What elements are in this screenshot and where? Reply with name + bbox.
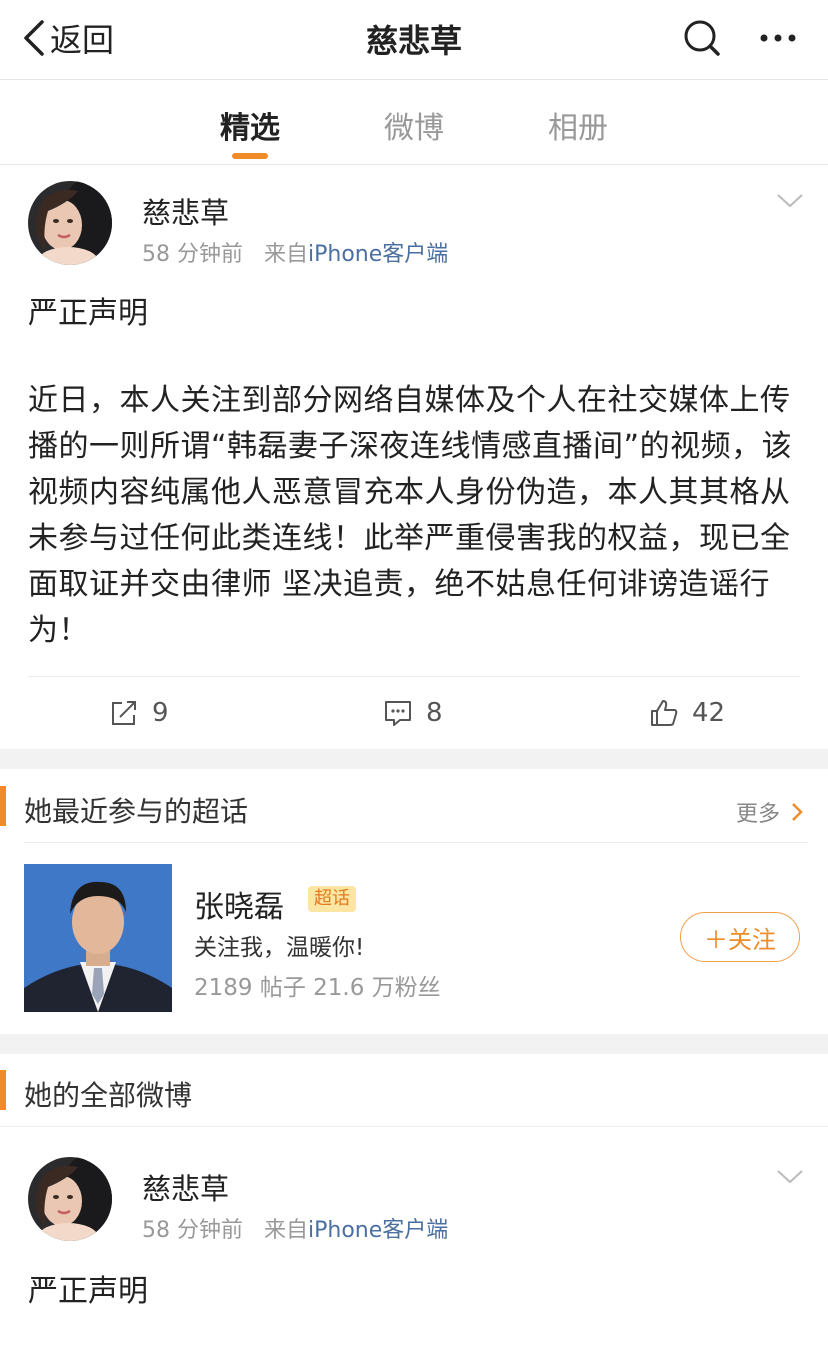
section-accent-bar bbox=[0, 1070, 6, 1110]
avatar[interactable] bbox=[28, 181, 112, 265]
section-gap bbox=[0, 1034, 828, 1054]
search-icon[interactable] bbox=[682, 18, 722, 58]
like-button[interactable]: 42 bbox=[648, 697, 725, 729]
post-meta: 58 分钟前 来自iPhone客户端 bbox=[142, 1212, 448, 1244]
tab-weibo[interactable]: 微博 bbox=[384, 103, 444, 147]
post-source[interactable]: iPhone客户端 bbox=[308, 242, 448, 267]
divider bbox=[24, 842, 808, 843]
share-icon bbox=[112, 701, 136, 725]
chevron-right-icon bbox=[792, 803, 803, 821]
more-icon[interactable] bbox=[758, 24, 798, 52]
follow-button[interactable]: ＋关注 bbox=[680, 912, 800, 962]
post-from-label: 来自 bbox=[263, 1218, 308, 1243]
tab-featured[interactable]: 精选 bbox=[220, 103, 280, 147]
all-posts-title: 她的全部微博 bbox=[24, 1079, 193, 1112]
profile-tabs: 精选 微博 相册 bbox=[0, 81, 828, 165]
like-count: 42 bbox=[692, 698, 726, 728]
post-actions: 9 8 42 bbox=[28, 676, 800, 748]
post-title: 严正声明 bbox=[28, 296, 148, 331]
post-meta: 58 分钟前 来自iPhone客户端 bbox=[142, 236, 448, 268]
more-link[interactable]: 更多 bbox=[736, 796, 804, 828]
more-label: 更多 bbox=[735, 802, 780, 827]
post-body: 近日，本人关注到部分网络自媒体及个人在社交媒体上传播的一则所谓“韩磊妻子深夜连线… bbox=[28, 383, 793, 648]
topic-name[interactable]: 张晓磊 bbox=[194, 882, 284, 926]
comment-count: 8 bbox=[426, 698, 443, 728]
post-time: 58 分钟前 bbox=[142, 1218, 243, 1243]
divider bbox=[0, 1126, 828, 1127]
topic-photo[interactable] bbox=[24, 864, 172, 1012]
post-author-name[interactable]: 慈悲草 bbox=[142, 190, 229, 232]
thumbs-up-icon bbox=[651, 700, 678, 726]
repost-count: 9 bbox=[152, 698, 169, 728]
comment-icon bbox=[385, 701, 411, 726]
topic-description: 关注我，温暖你! bbox=[194, 935, 365, 961]
topic-stats: 2189 帖子 21.6 万粉丝 bbox=[194, 975, 441, 1001]
post-time: 58 分钟前 bbox=[142, 242, 243, 267]
section-accent-bar bbox=[0, 786, 6, 826]
super-topics-title: 她最近参与的超话 bbox=[24, 795, 249, 828]
active-tab-indicator bbox=[232, 153, 268, 159]
comment-button[interactable]: 8 bbox=[382, 697, 443, 729]
post-title: 严正声明 bbox=[28, 1274, 148, 1309]
avatar[interactable] bbox=[28, 1157, 112, 1241]
chevron-down-icon[interactable] bbox=[776, 192, 804, 210]
section-gap bbox=[0, 749, 828, 769]
repost-button[interactable]: 9 bbox=[108, 697, 169, 729]
super-topic-badge: 超话 bbox=[308, 886, 356, 912]
post-source[interactable]: iPhone客户端 bbox=[308, 1218, 448, 1243]
post-author-name[interactable]: 慈悲草 bbox=[142, 1166, 229, 1208]
chevron-down-icon[interactable] bbox=[776, 1168, 804, 1186]
post-from-label: 来自 bbox=[263, 242, 308, 267]
tab-album[interactable]: 相册 bbox=[548, 103, 608, 147]
top-nav-bar: 返回 慈悲草 bbox=[0, 0, 828, 80]
